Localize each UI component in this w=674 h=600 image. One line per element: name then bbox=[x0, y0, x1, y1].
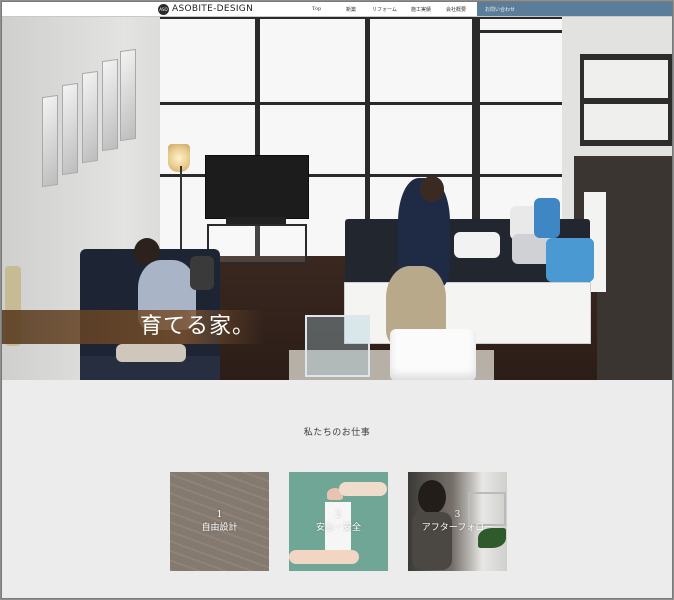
card-number: 2 bbox=[335, 509, 342, 520]
pillow bbox=[534, 198, 560, 238]
wall-art bbox=[102, 58, 118, 152]
television bbox=[205, 155, 309, 219]
nav-contact-button[interactable]: お問い合わせ bbox=[477, 2, 672, 16]
floor-lamp bbox=[168, 144, 190, 172]
wall-art bbox=[42, 94, 58, 188]
logo-mark-icon: ASO bbox=[158, 3, 169, 15]
work-card-free-design[interactable]: 1 自由設計 bbox=[170, 472, 269, 571]
wall-art bbox=[82, 70, 98, 164]
glass-table bbox=[305, 315, 370, 377]
card-number: 1 bbox=[216, 509, 223, 520]
nav-item-new-build[interactable]: 新築 bbox=[346, 6, 356, 13]
hero-shelf bbox=[580, 54, 672, 146]
hero-image: 育てる家。 bbox=[2, 16, 672, 380]
pillow bbox=[546, 238, 594, 282]
card-label: 自由設計 bbox=[201, 522, 238, 533]
site-header: ASO ASOBITE-DESIGN Top 新築 リフォーム 施工実績 会社概… bbox=[2, 2, 672, 17]
card-label: 安心・安全 bbox=[315, 522, 361, 533]
nav-item-top[interactable]: Top bbox=[312, 6, 321, 12]
card-label: アフターフォロー bbox=[421, 522, 494, 533]
site-logo[interactable]: ASO ASOBITE-DESIGN bbox=[158, 3, 253, 15]
ottoman bbox=[390, 329, 476, 380]
wall-art bbox=[120, 48, 136, 142]
work-card-after-follow[interactable]: 3 アフターフォロー bbox=[408, 472, 507, 571]
person-man-head bbox=[420, 176, 444, 202]
nav-item-works[interactable]: 施工実績 bbox=[411, 6, 431, 13]
nav-item-company[interactable]: 会社概要 bbox=[446, 6, 466, 13]
wall-art bbox=[62, 82, 78, 176]
cushion bbox=[190, 256, 214, 290]
browser-frame: ASO ASOBITE-DESIGN Top 新築 リフォーム 施工実績 会社概… bbox=[1, 1, 673, 599]
tv-table bbox=[207, 224, 307, 264]
card-number: 3 bbox=[454, 509, 461, 520]
section-title: 私たちのお仕事 bbox=[303, 428, 371, 438]
hero-tagline: 育てる家。 bbox=[140, 314, 256, 339]
work-card-safety[interactable]: 2 安心・安全 bbox=[289, 472, 388, 571]
cushion bbox=[116, 344, 186, 362]
blanket bbox=[454, 232, 500, 258]
nav-item-reform[interactable]: リフォーム bbox=[372, 6, 397, 13]
logo-text: ASOBITE-DESIGN bbox=[172, 4, 254, 14]
